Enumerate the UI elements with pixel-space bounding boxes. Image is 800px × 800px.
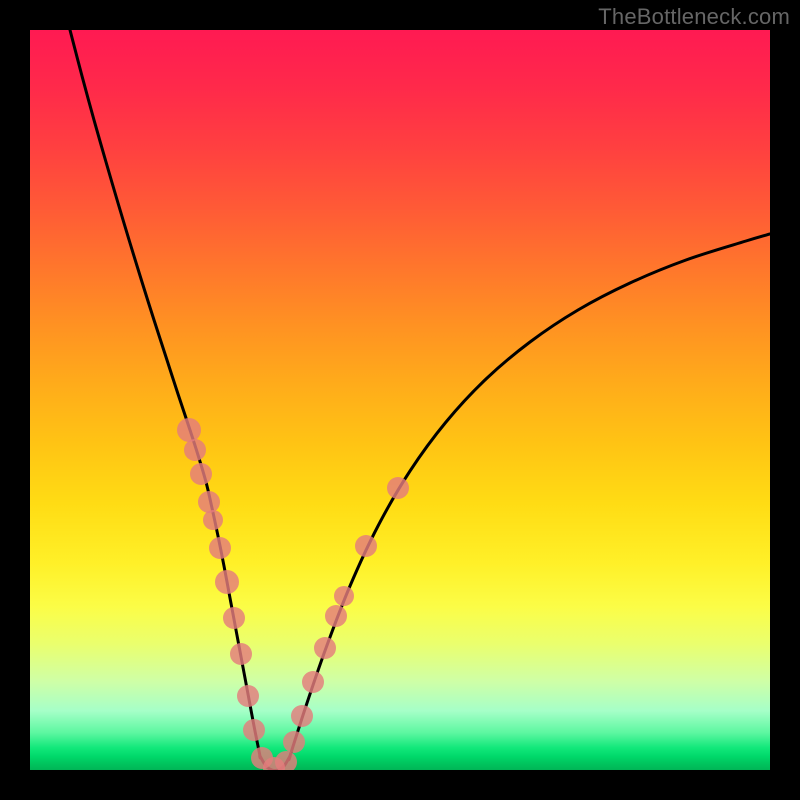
data-dot xyxy=(209,537,231,559)
data-dot xyxy=(387,477,409,499)
data-dot xyxy=(237,685,259,707)
v-curve xyxy=(70,30,770,770)
data-dot xyxy=(184,439,206,461)
scatter-dots xyxy=(177,418,409,770)
data-dot xyxy=(177,418,201,442)
chart-frame: TheBottleneck.com xyxy=(0,0,800,800)
data-dot xyxy=(230,643,252,665)
gradient-plot-area xyxy=(30,30,770,770)
data-dot xyxy=(334,586,354,606)
data-dot xyxy=(215,570,239,594)
data-dot xyxy=(314,637,336,659)
watermark-label: TheBottleneck.com xyxy=(598,4,790,30)
data-dot xyxy=(203,510,223,530)
curve-layer xyxy=(30,30,770,770)
data-dot xyxy=(355,535,377,557)
bottleneck-curve xyxy=(70,30,770,770)
data-dot xyxy=(243,719,265,741)
data-dot xyxy=(325,605,347,627)
data-dot xyxy=(283,731,305,753)
data-dot xyxy=(223,607,245,629)
data-dot xyxy=(291,705,313,727)
data-dot xyxy=(302,671,324,693)
data-dot xyxy=(198,491,220,513)
data-dot xyxy=(190,463,212,485)
data-dot xyxy=(275,751,297,770)
